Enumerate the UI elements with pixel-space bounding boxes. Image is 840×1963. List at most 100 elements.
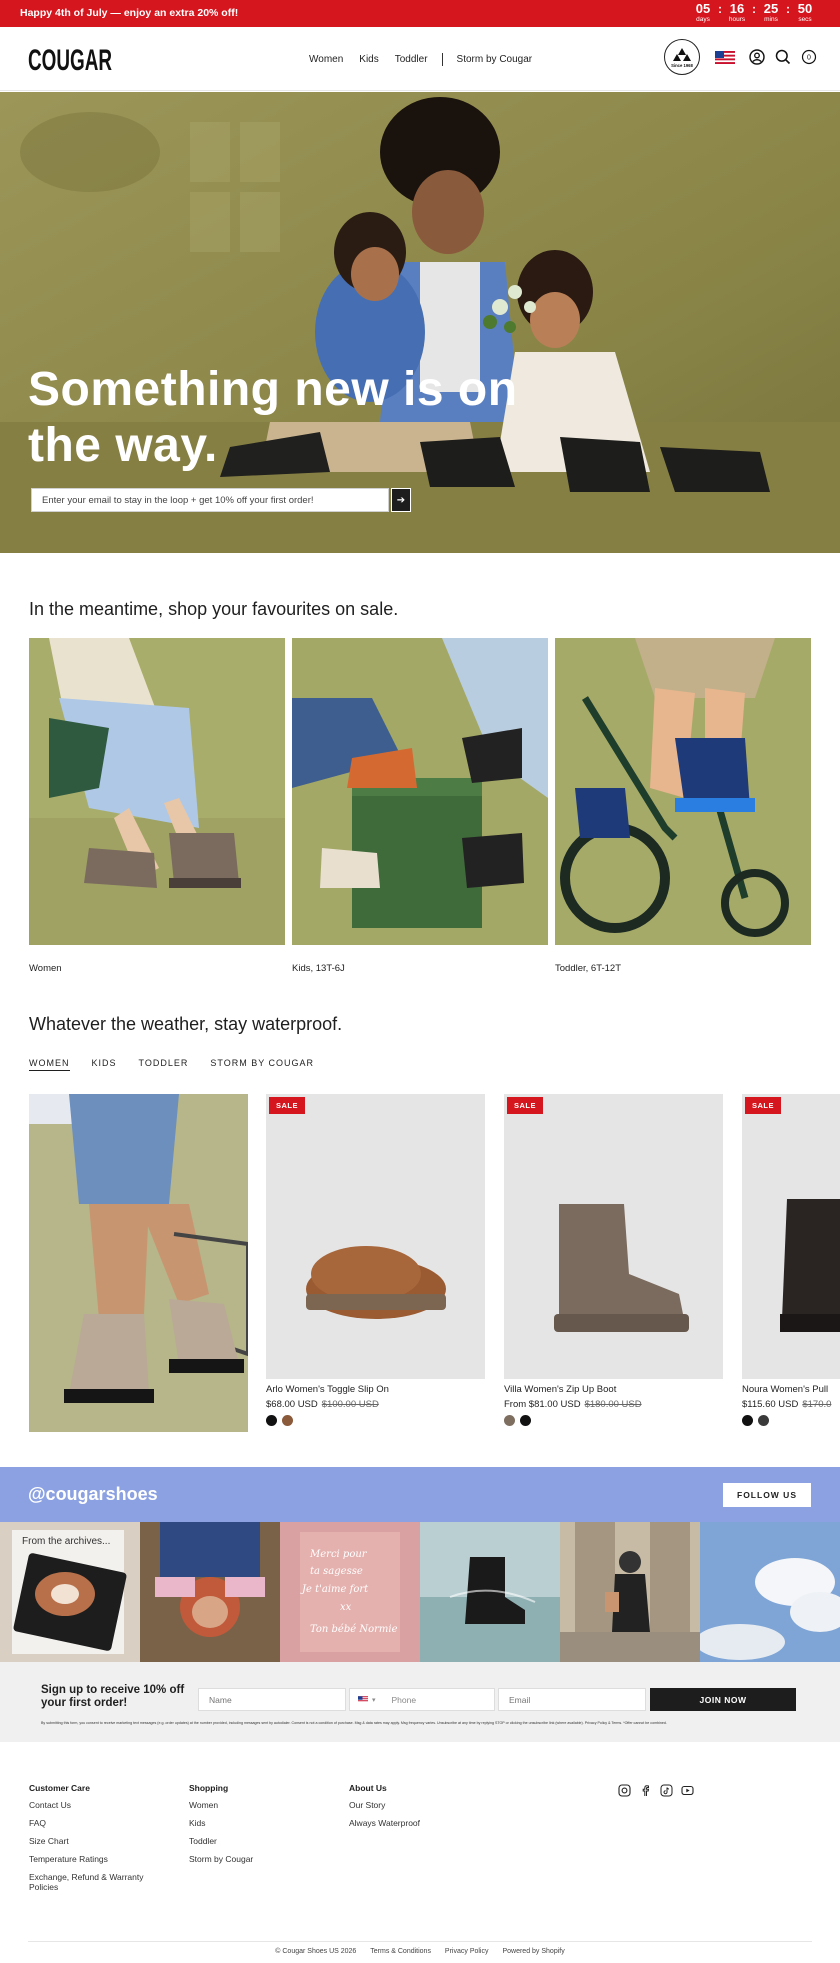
footer-link[interactable]: Storm by Cougar: [189, 1854, 253, 1864]
footer-link[interactable]: Always Waterproof: [349, 1818, 420, 1828]
toddler-category-image: [555, 638, 811, 945]
instagram-post[interactable]: [420, 1522, 560, 1662]
instagram-post[interactable]: [700, 1522, 840, 1662]
instagram-post[interactable]: From the archives...: [0, 1522, 140, 1662]
footer-link[interactable]: Women: [189, 1800, 253, 1810]
privacy-link[interactable]: Privacy Policy: [445, 1948, 489, 1955]
us-flag-icon[interactable]: [715, 50, 735, 64]
tab-storm-by-cougar[interactable]: STORM BY COUGAR: [210, 1058, 314, 1071]
terms-link[interactable]: Terms & Conditions: [370, 1948, 431, 1955]
newsletter-signup: Sign up to receive 10% off your first or…: [0, 1662, 840, 1742]
product-card[interactable]: SALE: [504, 1094, 723, 1379]
countdown-timer: 05 days : 16 hours : 25 mins : 50 secs: [690, 2, 818, 24]
compare-price: $180.00 USD: [584, 1399, 642, 1410]
hero-email-input[interactable]: [31, 488, 389, 512]
nav-kids[interactable]: Kids: [359, 54, 378, 65]
footer-link[interactable]: Our Story: [349, 1800, 420, 1810]
search-icon[interactable]: [774, 48, 792, 66]
nav-women[interactable]: Women: [309, 54, 343, 65]
instagram-handle[interactable]: @cougarshoes: [28, 1484, 158, 1505]
name-input[interactable]: [198, 1688, 346, 1711]
chevron-down-icon: ▾: [372, 1696, 376, 1704]
countdown-separator: :: [786, 2, 790, 16]
powered-by-link[interactable]: Powered by Shopify: [502, 1948, 564, 1955]
instagram-post[interactable]: [140, 1522, 280, 1662]
footer-link[interactable]: FAQ: [29, 1818, 159, 1828]
sms-disclaimer: By submitting this form, you consent to …: [41, 1721, 667, 1725]
countdown-separator: :: [752, 2, 756, 16]
hero-submit-button[interactable]: ➔: [391, 488, 411, 512]
footer-customer-care: Customer Care Contact Us FAQ Size Chart …: [29, 1783, 159, 1900]
swatch-black[interactable]: [742, 1415, 753, 1426]
youtube-icon[interactable]: [681, 1784, 694, 1797]
footer-link[interactable]: Toddler: [189, 1836, 253, 1846]
swatch-charcoal[interactable]: [758, 1415, 769, 1426]
main-nav: Women Kids Toddler Storm by Cougar: [309, 53, 532, 66]
lifestyle-boots-image: [29, 1094, 248, 1432]
product-name[interactable]: Villa Women's Zip Up Boot: [504, 1384, 723, 1395]
category-tabs: WOMEN KIDS TODDLER STORM BY COUGAR: [29, 1058, 336, 1071]
svg-text:xx: xx: [340, 1602, 352, 1613]
footer-link[interactable]: Exchange, Refund & Warranty Policies: [29, 1872, 159, 1892]
tab-kids[interactable]: KIDS: [92, 1058, 117, 1071]
instagram-banner: @cougarshoes FOLLOW US: [0, 1467, 840, 1522]
countdown-days: 05 days: [695, 1, 711, 24]
facebook-icon[interactable]: [639, 1784, 652, 1797]
tab-toddler[interactable]: TODDLER: [139, 1058, 189, 1071]
arlo-slip-on-image: [266, 1094, 485, 1379]
footer-link[interactable]: Kids: [189, 1818, 253, 1828]
account-icon[interactable]: [748, 48, 766, 66]
instagram-icon[interactable]: [618, 1784, 631, 1797]
category-label: Women: [29, 963, 62, 974]
svg-text:Merci pour: Merci pour: [309, 1549, 368, 1560]
compare-price: $100.00 USD: [321, 1399, 379, 1410]
nav-toddler[interactable]: Toddler: [395, 54, 428, 65]
footer-shopping: Shopping Women Kids Toddler Storm by Cou…: [189, 1783, 253, 1872]
cougar-logo[interactable]: COUGAR: [28, 39, 112, 77]
swatch-black[interactable]: [266, 1415, 277, 1426]
email-input[interactable]: [498, 1688, 646, 1711]
hero-email-form: ➔: [31, 488, 411, 512]
svg-text:Since 1968: Since 1968: [671, 63, 693, 68]
product-name[interactable]: Noura Women's Pull: [742, 1384, 840, 1395]
instagram-post[interactable]: Merci pour ta sagesse Je t'aime fort xx …: [280, 1522, 420, 1662]
copyright: © Cougar Shoes US 2026: [275, 1948, 357, 1955]
since-1968-badge: Since 1968: [664, 39, 700, 75]
footer-heading: Customer Care: [29, 1783, 90, 1793]
women-category-image: [29, 638, 285, 945]
product-name[interactable]: Arlo Women's Toggle Slip On: [266, 1384, 485, 1395]
category-card-kids[interactable]: Kids, 13T-6J: [292, 638, 548, 974]
phone-input[interactable]: ▾ Phone: [349, 1688, 495, 1711]
header-icons: Since 1968 0: [664, 39, 818, 75]
footer-link[interactable]: Size Chart: [29, 1836, 159, 1846]
category-label: Toddler, 6T-12T: [555, 963, 622, 974]
waterproof-section-title: Whatever the weather, stay waterproof.: [29, 1014, 343, 1034]
us-flag-icon: [358, 1696, 368, 1703]
svg-text:COUGAR: COUGAR: [28, 44, 112, 77]
svg-text:Je t'aime fort: Je t'aime fort: [300, 1584, 369, 1595]
category-card-women[interactable]: Women: [29, 638, 285, 974]
color-swatches: [504, 1415, 723, 1426]
signup-title: Sign up to receive 10% off your first or…: [41, 1684, 185, 1709]
nav-storm[interactable]: Storm by Cougar: [457, 54, 533, 65]
product-info: Arlo Women's Toggle Slip On $68.00 USD $1…: [266, 1384, 485, 1426]
cart-icon[interactable]: 0: [800, 48, 818, 66]
category-card-toddler[interactable]: Toddler, 6T-12T: [555, 638, 811, 974]
product-card[interactable]: SALE: [742, 1094, 840, 1379]
product-card[interactable]: SALE: [266, 1094, 485, 1379]
tiktok-icon[interactable]: [660, 1784, 673, 1797]
category-label: Kids, 13T-6J: [292, 963, 345, 974]
footer-link[interactable]: Contact Us: [29, 1800, 159, 1810]
product-info: Villa Women's Zip Up Boot From $81.00 US…: [504, 1384, 723, 1426]
swatch-black[interactable]: [520, 1415, 531, 1426]
sale-badge: SALE: [269, 1097, 306, 1114]
lifestyle-image: [29, 1094, 248, 1432]
swatch-chestnut[interactable]: [282, 1415, 293, 1426]
instagram-post[interactable]: [560, 1522, 700, 1662]
footer-link[interactable]: Temperature Ratings: [29, 1854, 159, 1864]
tab-women[interactable]: WOMEN: [29, 1058, 70, 1071]
product-price: $115.60 USD $170.0: [742, 1399, 832, 1410]
swatch-taupe[interactable]: [504, 1415, 515, 1426]
join-now-button[interactable]: JOIN NOW: [650, 1688, 796, 1711]
follow-us-button[interactable]: FOLLOW US: [723, 1483, 811, 1507]
